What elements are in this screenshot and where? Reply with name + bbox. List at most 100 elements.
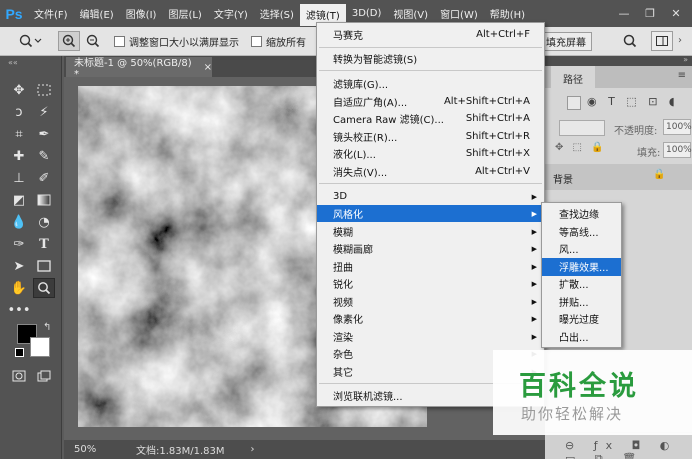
- item-label: 渲染: [333, 333, 353, 344]
- submenu-arrow-icon: ▶: [531, 262, 537, 271]
- menu-item-render[interactable]: 渲染 ▶: [317, 328, 544, 345]
- menu-layer[interactable]: 图层(L): [162, 0, 207, 27]
- watermark-subtitle: 助你轻松解决: [521, 405, 624, 423]
- menu-type[interactable]: 文字(Y): [208, 0, 254, 27]
- eraser-tool-icon[interactable]: ◩: [8, 190, 30, 210]
- panel-menu-icon[interactable]: ≡: [678, 70, 686, 81]
- magic-wand-tool-icon[interactable]: ⚡: [33, 102, 55, 122]
- submenu-arrow-icon: ▶: [531, 244, 537, 253]
- zoom-tool-preset-icon[interactable]: [14, 31, 48, 51]
- item-label: 自适应广角(A)...: [333, 98, 408, 109]
- tab-paths[interactable]: 路径: [563, 71, 583, 86]
- zoom-all-checkbox[interactable]: 缩放所有: [251, 34, 306, 49]
- more-tools-icon[interactable]: •••: [8, 300, 31, 320]
- background-color-swatch[interactable]: [30, 337, 50, 357]
- default-colors-icon[interactable]: [15, 348, 24, 357]
- menu-item-liquify[interactable]: 液化(L)... Shift+Ctrl+X: [317, 145, 544, 162]
- menu-item-blur[interactable]: 模糊 ▶: [317, 223, 544, 240]
- menu-item-vanishing-point[interactable]: 消失点(V)... Alt+Ctrl+V: [317, 163, 544, 180]
- item-label: 浏览联机滤镜...: [333, 392, 403, 403]
- options-chevron-icon[interactable]: ›: [678, 35, 682, 46]
- menu-separator: [319, 183, 542, 184]
- type-tool-icon[interactable]: T: [33, 234, 55, 254]
- blend-mode-select[interactable]: [559, 120, 605, 136]
- status-menu-arrow-icon[interactable]: ›: [251, 444, 255, 455]
- document-tab[interactable]: 未标题-1 @ 50%(RGB/8) * ×: [66, 57, 212, 80]
- healing-brush-tool-icon[interactable]: ✚: [8, 146, 30, 166]
- pen-tool-icon[interactable]: ✑: [8, 234, 30, 254]
- submenu-item-wind[interactable]: 风...: [542, 240, 621, 258]
- path-selection-tool-icon[interactable]: ➤: [8, 256, 30, 276]
- rectangle-tool-icon[interactable]: [33, 256, 55, 276]
- menu-item-3d[interactable]: 3D ▶: [317, 188, 544, 205]
- close-tab-icon[interactable]: ×: [204, 62, 212, 73]
- submenu-item-diffuse[interactable]: 扩散...: [542, 275, 621, 293]
- layer-filter-icons[interactable]: ◉ T ⬚ ⊡ ◖: [587, 95, 679, 108]
- dodge-tool-icon[interactable]: ◔: [33, 212, 55, 232]
- menu-item-mosaic[interactable]: 马赛克 Alt+Ctrl+F: [317, 26, 544, 43]
- menu-item-blur-gallery[interactable]: 模糊画廊 ▶: [317, 240, 544, 257]
- menu-item-video[interactable]: 视频 ▶: [317, 293, 544, 310]
- lasso-tool-icon[interactable]: ↄ: [8, 102, 30, 122]
- submenu-item-solarize[interactable]: 曝光过度: [542, 310, 621, 328]
- marquee-tool-icon[interactable]: [33, 80, 55, 100]
- layer-row-background[interactable]: 背景 🔒: [545, 164, 692, 190]
- submenu-arrow-icon: ▶: [531, 192, 537, 201]
- item-label: 模糊: [333, 228, 353, 239]
- menu-item-sharpen[interactable]: 锐化 ▶: [317, 275, 544, 292]
- submenu-item-tiles[interactable]: 拼贴...: [542, 293, 621, 311]
- submenu-item-find-edges[interactable]: 查找边缘: [542, 205, 621, 223]
- search-icon[interactable]: [620, 31, 640, 51]
- maximize-button[interactable]: ❐: [638, 0, 662, 27]
- hand-tool-icon[interactable]: ✋: [8, 278, 30, 298]
- checkbox-box[interactable]: [251, 35, 262, 47]
- menu-item-camera-raw[interactable]: Camera Raw 滤镜(C)... Shift+Ctrl+A: [317, 110, 544, 127]
- minimize-button[interactable]: —: [612, 0, 636, 27]
- clone-stamp-tool-icon[interactable]: ⊥: [8, 168, 30, 188]
- fill-screen-button[interactable]: 填充屏幕: [540, 32, 592, 51]
- brush-tool-icon[interactable]: ✎: [33, 146, 55, 166]
- close-window-button[interactable]: ✕: [664, 0, 688, 27]
- menu-item-pixelate[interactable]: 像素化 ▶: [317, 310, 544, 327]
- crop-tool-icon[interactable]: ⌗: [8, 124, 30, 144]
- history-brush-tool-icon[interactable]: ✐: [33, 168, 55, 188]
- gradient-tool-icon[interactable]: [33, 190, 55, 210]
- menu-item-adaptive-wide-angle[interactable]: 自适应广角(A)... Alt+Shift+Ctrl+A: [317, 93, 544, 110]
- menu-file[interactable]: 文件(F): [28, 0, 74, 27]
- workspace-switcher-icon[interactable]: [651, 31, 673, 51]
- menu-item-stylize[interactable]: 风格化 ▶: [317, 205, 544, 222]
- zoom-in-icon[interactable]: [58, 31, 80, 51]
- toolbox-collapse-icon[interactable]: ««: [8, 58, 18, 67]
- menu-item-distort[interactable]: 扭曲 ▶: [317, 258, 544, 275]
- menu-item-convert-smart-filter[interactable]: 转换为智能滤镜(S): [317, 50, 544, 67]
- filter-kind-select[interactable]: [567, 96, 581, 110]
- menu-select[interactable]: 选择(S): [254, 0, 300, 27]
- eyedropper-tool-icon[interactable]: ✒: [33, 124, 55, 144]
- menu-image[interactable]: 图像(I): [120, 0, 163, 27]
- quick-mask-icon[interactable]: [8, 366, 30, 386]
- zoom-level[interactable]: 50%: [74, 444, 114, 455]
- fill-input[interactable]: 100%: [663, 142, 692, 158]
- menu-item-lens-correction[interactable]: 镜头校正(R)... Shift+Ctrl+R: [317, 128, 544, 145]
- blur-tool-icon[interactable]: 💧: [8, 212, 30, 232]
- submenu-item-emboss[interactable]: 浮雕效果...: [542, 258, 621, 276]
- item-label: 锐化: [333, 280, 353, 291]
- swap-colors-icon[interactable]: ↰: [43, 322, 51, 333]
- move-tool-icon[interactable]: ✥: [8, 80, 30, 100]
- zoom-out-icon[interactable]: [82, 31, 104, 51]
- menu-edit[interactable]: 编辑(E): [74, 0, 120, 27]
- submenu-item-contour[interactable]: 等高线...: [542, 223, 621, 241]
- zoom-tool-icon[interactable]: [33, 278, 55, 298]
- lock-icons[interactable]: ✥ ⬚ 🔒: [555, 142, 607, 153]
- resize-windows-checkbox[interactable]: 调整窗口大小以满屏显示: [114, 34, 239, 49]
- item-label: 扭曲: [333, 263, 353, 274]
- screen-mode-icon[interactable]: [33, 366, 55, 386]
- panel-collapse-icon[interactable]: »: [683, 55, 688, 64]
- submenu-arrow-icon: ▶: [531, 227, 537, 236]
- checkbox-box[interactable]: [114, 35, 125, 47]
- item-label: 马赛克: [333, 31, 363, 42]
- submenu-item-extrude[interactable]: 凸出...: [542, 328, 621, 346]
- layer-action-icons[interactable]: ⊖ ƒx ◘ ◐ ▭ ⧉ 🗑: [565, 439, 692, 459]
- opacity-input[interactable]: 100%: [663, 119, 692, 135]
- menu-item-filter-gallery[interactable]: 滤镜库(G)...: [317, 75, 544, 92]
